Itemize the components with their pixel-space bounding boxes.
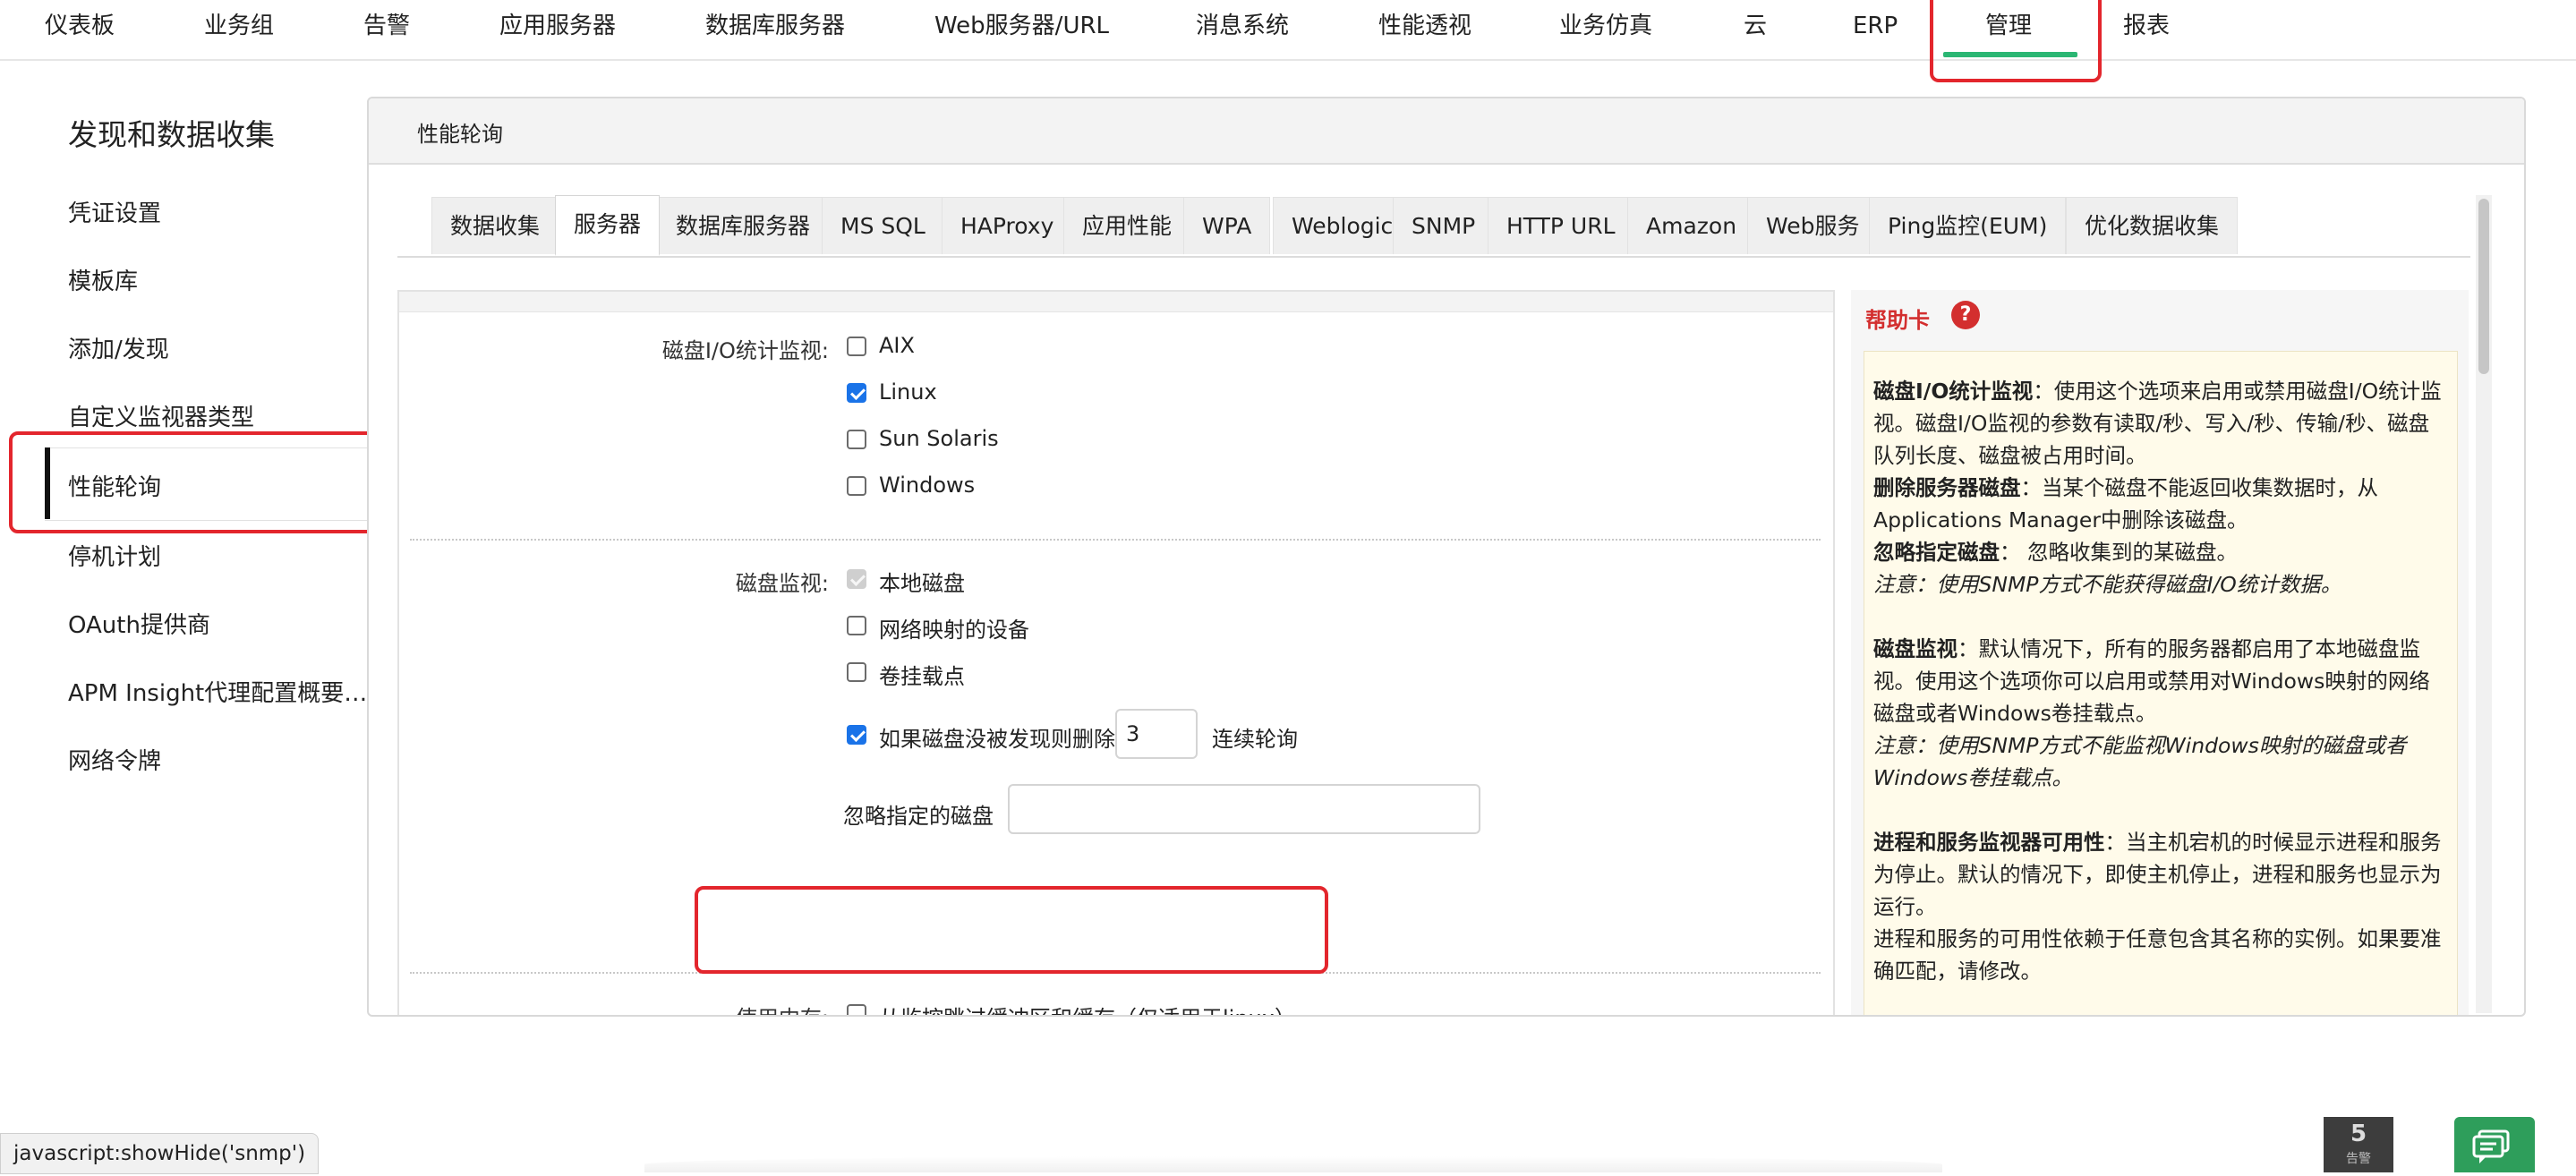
delete-disk-label: 如果磁盘没被发现则删除 [879,727,1115,752]
main-panel: 性能轮询 数据收集 服务器 数据库服务器 MS SQL HAProxy 应用性能… [367,97,2526,1017]
help-paragraph: 进程和服务监视器可用性：当主机宕机的时候显示进程和服务为停止。默认的情况下，即使… [1873,830,2442,919]
alarm-count-badge[interactable]: 5 告警 [2324,1117,2393,1172]
nav-simulation[interactable]: 业务仿真 [1559,0,1652,54]
network-mapped-checkbox[interactable] [847,616,866,635]
skip-buffer-cache-label: 从监控跳过缓冲区和缓存（仅适用于linux） [879,1001,1296,1015]
ignore-disk-label: 忽略指定的磁盘 [843,804,994,829]
help-paragraph: 忽略指定磁盘： 忽略收集到的某磁盘。 [1873,540,2238,565]
chat-button[interactable] [2454,1117,2535,1172]
tab-haproxy[interactable]: HAProxy [942,197,1073,254]
nav-reports[interactable]: 报表 [2123,0,2170,54]
help-card: 帮助卡 ? 磁盘I/O统计监视：使用这个选项来启用或禁用磁盘I/O统计监视。磁盘… [1851,290,2469,1015]
windows-label: Windows [879,473,976,498]
nav-performance[interactable]: 性能透视 [1378,0,1471,54]
tab-amazon[interactable]: Amazon [1627,197,1756,254]
help-card-title: 帮助卡 [1865,308,1930,333]
sidebar-item-performance-polling[interactable]: 性能轮询 [68,469,161,502]
help-card-body: 磁盘I/O统计监视：使用这个选项来启用或禁用磁盘I/O统计监视。磁盘I/O监视的… [1864,351,2458,1015]
question-icon: ? [1951,301,1980,329]
sidebar-item-add-discover[interactable]: 添加/发现 [68,331,169,364]
vertical-scrollbar-thumb[interactable] [2478,199,2489,374]
sidebar-title: 发现和数据收集 [68,117,275,152]
tab-optimize[interactable]: 优化数据收集 [2066,197,2239,254]
nav-erp[interactable]: ERP [1853,0,1898,54]
tab-app-performance[interactable]: 应用性能 [1063,197,1191,254]
delete-disk-checkbox[interactable] [847,725,866,745]
local-disk-label: 本地磁盘 [879,571,965,596]
disk-monitor-label: 磁盘监视: [735,571,829,596]
help-card-tab: 帮助卡 ? [1851,290,2003,340]
bottom-shadow [644,1156,1942,1172]
sidebar-item-credentials[interactable]: 凭证设置 [68,195,161,228]
nav-app-servers[interactable]: 应用服务器 [499,0,616,54]
linux-label: Linux [879,379,937,405]
sidebar-item-network-token[interactable]: 网络令牌 [68,743,161,776]
help-note: 注意：使用SNMP方式不能获得磁盘I/O统计数据。 [1873,572,2342,597]
tab-data-collection[interactable]: 数据收集 [431,197,559,254]
nav-db-servers[interactable]: 数据库服务器 [705,0,845,54]
tab-ping-eum[interactable]: Ping监控(EUM) [1869,197,2067,254]
server-settings-form: 磁盘I/O统计监视: AIX Linux Sun Solaris Windows… [397,290,1835,1015]
aix-label: AIX [879,333,915,358]
panel-title: 性能轮询 [417,122,503,147]
skip-buffer-cache-checkbox[interactable] [847,1004,866,1015]
sidebar-item-downtime[interactable]: 停机计划 [68,539,161,572]
help-paragraph: 磁盘I/O统计监视：使用这个选项来启用或禁用磁盘I/O统计监视。磁盘I/O监视的… [1873,379,2442,468]
memory-label: 使用内存: [498,1001,829,1015]
sidebar-item-oauth[interactable]: OAuth提供商 [68,607,210,640]
sidebar-item-custom-types[interactable]: 自定义监视器类型 [68,399,254,432]
sun-solaris-checkbox[interactable] [847,430,866,449]
nav-business-group[interactable]: 业务组 [204,0,274,54]
network-mapped-label: 网络映射的设备 [879,618,1029,643]
panel-header: 性能轮询 [369,98,2524,165]
delete-polls-input[interactable] [1115,709,1198,759]
linux-checkbox[interactable] [847,383,866,403]
windows-checkbox[interactable] [847,476,866,496]
local-disk-checkbox [847,569,866,589]
tab-weblogic[interactable]: Weblogic [1273,197,1412,254]
mount-point-checkbox[interactable] [847,662,866,682]
tab-db-servers[interactable]: 数据库服务器 [657,197,830,254]
nav-admin[interactable]: 管理 [1985,0,2032,54]
disk-io-label: 磁盘I/O统计监视: [661,338,829,363]
help-paragraph: 删除服务器磁盘：当某个磁盘不能返回收集数据时，从Applications Man… [1873,475,2378,533]
tab-baseline [397,256,2470,258]
ignore-disk-input[interactable] [1008,784,1480,834]
form-header-strip [399,292,1833,312]
section-divider [410,972,1821,974]
aix-checkbox[interactable] [847,337,866,356]
nav-active-indicator [1943,52,2077,57]
help-note: 注意：使用SNMP方式不能监视Windows映射的磁盘或者Windows卷挂载点… [1873,733,2407,790]
tab-snmp[interactable]: SNMP [1393,197,1495,254]
tab-web-services[interactable]: Web服务 [1747,197,1879,254]
sidebar-active-marker [45,447,50,519]
nav-dashboard[interactable]: 仪表板 [45,0,115,54]
help-paragraph: 进程和服务的可用性依赖于任意包含其名称的实例。如果要准确匹配，请修改。 [1873,926,2442,984]
alarm-count: 5 [2350,1121,2367,1147]
tab-ms-sql[interactable]: MS SQL [822,197,944,254]
sun-solaris-label: Sun Solaris [879,426,999,451]
section-divider [410,539,1821,541]
status-bar-url: javascript:showHide('snmp') [0,1133,320,1174]
top-navigation: 仪表板 业务组 告警 应用服务器 数据库服务器 Web服务器/URL 消息系统 … [0,0,2576,61]
nav-alarms[interactable]: 告警 [363,0,410,54]
alarm-label: 告警 [2346,1152,2371,1166]
consecutive-polls-label: 连续轮询 [1212,727,1298,752]
nav-cloud[interactable]: 云 [1744,0,1767,54]
chat-icon [2472,1129,2510,1163]
help-paragraph: 磁盘监视：默认情况下，所有的服务器都启用了本地磁盘监视。使用这个选项你可以启用或… [1873,636,2430,726]
sidebar-item-templates[interactable]: 模板库 [68,263,138,296]
tab-http-url[interactable]: HTTP URL [1488,197,1634,254]
nav-web-servers[interactable]: Web服务器/URL [934,0,1109,54]
nav-messaging[interactable]: 消息系统 [1196,0,1289,54]
mount-point-label: 卷挂载点 [879,664,965,689]
sidebar-item-apm-insight[interactable]: APM Insight代理配置概要… [68,675,367,708]
tab-servers[interactable]: 服务器 [555,195,661,256]
tab-wpa[interactable]: WPA [1183,197,1271,254]
